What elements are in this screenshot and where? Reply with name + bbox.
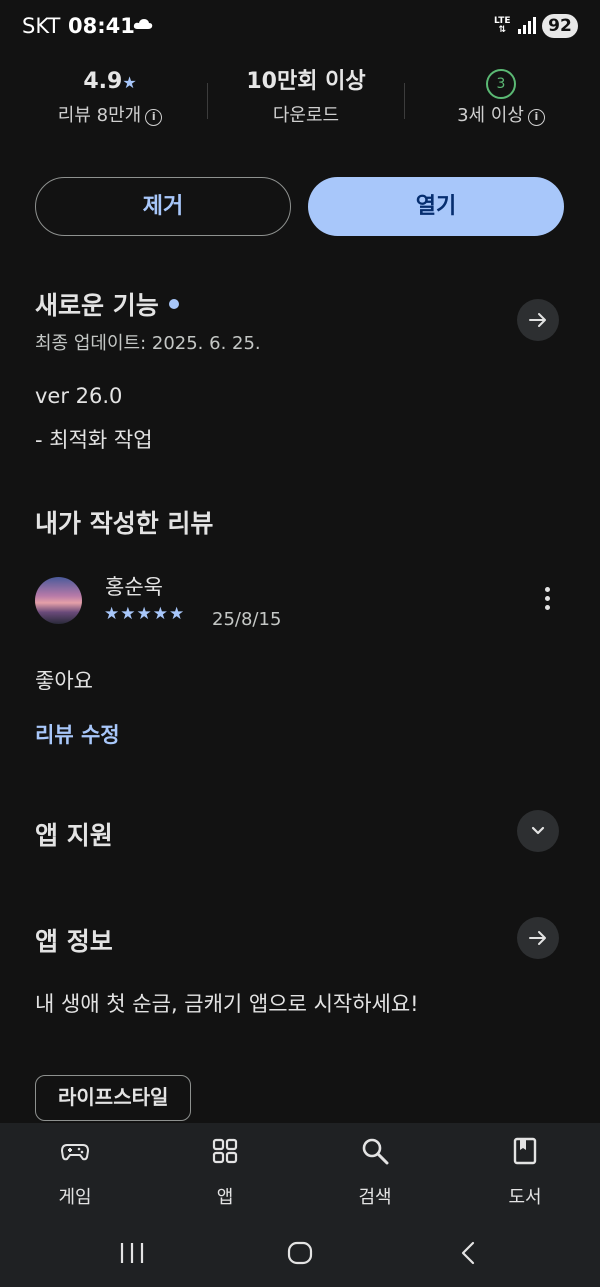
rating-stat[interactable]: 4.9★ 리뷰 8만개 i: [35, 66, 185, 128]
reviews-count: 리뷰 8만개: [57, 105, 142, 126]
book-icon: [513, 1137, 537, 1165]
clock: 08:41: [68, 14, 135, 38]
review-date: 25/8/15: [212, 609, 282, 630]
signal-icon: [518, 17, 536, 34]
release-notes: - 최적화 작업: [35, 428, 153, 452]
nav-item-search[interactable]: 검색: [315, 1123, 435, 1218]
whats-new-title: 새로운 기능: [35, 291, 159, 320]
age-rating-badge: 3: [486, 69, 516, 99]
system-navigation-bar: [0, 1218, 600, 1287]
gamepad-icon: [61, 1144, 89, 1161]
divider: [207, 83, 208, 119]
downloads-stat: 10만회 이상 다운로드: [220, 66, 392, 128]
arrow-right-icon: [529, 313, 546, 327]
downloads-label: 다운로드: [272, 105, 340, 126]
info-icon: i: [145, 109, 163, 126]
star-icon: ★: [122, 73, 137, 92]
edit-review-link[interactable]: 리뷰 수정: [35, 719, 120, 749]
age-badge-row: 3: [418, 66, 584, 99]
app-support-expand-button[interactable]: [517, 810, 559, 852]
open-button[interactable]: 열기: [308, 177, 564, 236]
nav-label: 도서: [508, 1187, 542, 1208]
rating-value: 4.9: [83, 69, 123, 94]
back-icon[interactable]: [458, 1241, 478, 1265]
nav-label: 게임: [58, 1187, 92, 1208]
downloads-value: 10만회 이상: [246, 69, 366, 94]
whats-new-arrow-button[interactable]: [517, 299, 559, 341]
home-icon[interactable]: [287, 1241, 313, 1265]
app-description: 내 생애 첫 순금, 금캐기 앱으로 시작하세요!: [35, 992, 419, 1016]
battery-indicator: 92: [542, 14, 578, 38]
version-text: ver 26.0: [35, 384, 123, 408]
nav-label: 앱: [216, 1187, 234, 1208]
more-options-icon[interactable]: [537, 587, 557, 615]
lte-icon: LTE ⇅: [494, 16, 511, 35]
reviews-count-row: 리뷰 8만개 i: [35, 104, 185, 128]
chevron-down-icon: [531, 826, 545, 835]
remove-button[interactable]: 제거: [35, 177, 291, 236]
app-support-heading[interactable]: 앱 지원: [35, 816, 113, 852]
review-text: 좋아요: [35, 669, 93, 693]
app-info-arrow-button[interactable]: [517, 917, 559, 959]
apps-grid-icon: [212, 1138, 238, 1164]
carrier-label: SKT: [22, 14, 61, 38]
age-rating-stat[interactable]: 3 3세 이상 i: [418, 66, 584, 128]
reviewer-name: 홍순욱: [105, 575, 163, 599]
divider: [404, 83, 405, 119]
cloud-icon: [133, 19, 153, 29]
whats-new-heading[interactable]: 새로운 기능: [35, 286, 179, 322]
nav-label: 검색: [358, 1187, 392, 1208]
bottom-navigation: 게임 앱 검색 도서: [0, 1123, 600, 1218]
arrow-right-icon: [529, 931, 546, 945]
recent-apps-icon[interactable]: [119, 1242, 145, 1264]
rating-value-row: 4.9★: [35, 66, 185, 98]
avatar: [35, 577, 82, 624]
age-label-row: 3세 이상 i: [418, 104, 584, 128]
status-bar: SKT 08:41 LTE ⇅ 92: [0, 0, 600, 55]
app-info-heading[interactable]: 앱 정보: [35, 922, 113, 958]
category-chip[interactable]: 라이프스타일: [35, 1075, 192, 1121]
search-icon: [362, 1138, 389, 1165]
nav-item-games[interactable]: 게임: [15, 1123, 135, 1218]
nav-item-books[interactable]: 도서: [465, 1123, 585, 1218]
rating-stars: ★★★★★: [104, 604, 186, 624]
last-updated: 최종 업데이트: 2025. 6. 25.: [35, 333, 261, 354]
network-type: LTE: [494, 16, 511, 26]
new-indicator-dot: [168, 299, 179, 309]
my-review-heading: 내가 작성한 리뷰: [35, 509, 214, 538]
info-icon: i: [527, 109, 545, 126]
age-label: 3세 이상: [457, 105, 524, 126]
nav-item-apps[interactable]: 앱: [165, 1123, 285, 1218]
